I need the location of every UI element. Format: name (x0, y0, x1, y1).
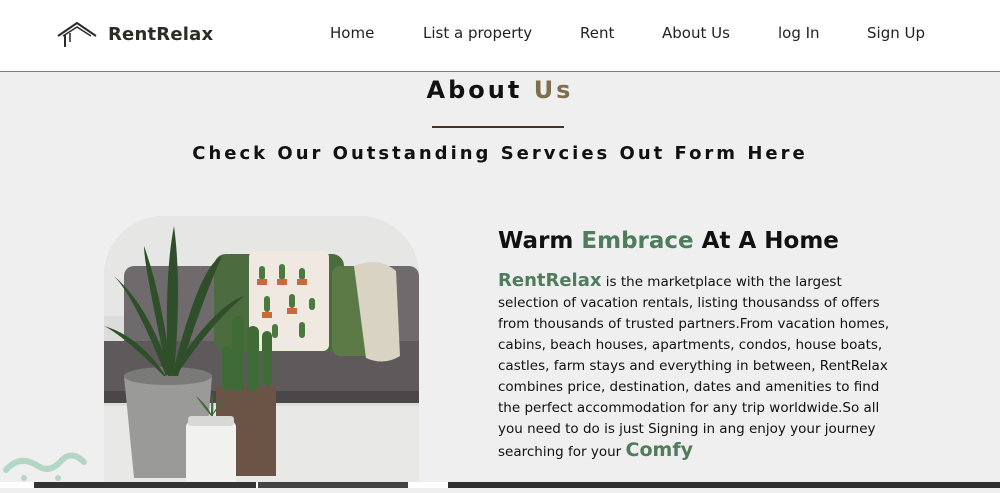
nav-home-link[interactable]: Home (330, 24, 374, 42)
feature-description: RentRelax is the marketplace with the la… (498, 270, 898, 463)
nav-log-in-link[interactable]: log In (778, 24, 820, 42)
feature-heading-word-3: At A Home (701, 228, 839, 254)
bottom-strip-segment (34, 482, 256, 488)
bottom-strip-segment (258, 482, 408, 488)
feature-body-text: is the marketplace with the largest sele… (498, 274, 890, 460)
feature-brand-word: RentRelax (498, 270, 602, 291)
bottom-strip-segment (448, 482, 1000, 488)
nav-about-us-link[interactable]: About Us (662, 24, 730, 42)
nav-list-property-link[interactable]: List a property (423, 24, 532, 42)
nav-sign-up-link[interactable]: Sign Up (867, 24, 925, 42)
main-nav: Home List a property Rent About Us log I… (0, 24, 1000, 48)
feature-heading-word-1: Warm (498, 228, 574, 254)
feature-heading: Warm Embrace At A Home (498, 228, 839, 254)
about-title-word: About (426, 76, 523, 104)
feature-closing-word: Comfy (625, 439, 693, 461)
feature-heading-accent: Embrace (581, 228, 694, 254)
navbar: RentRelax Home List a property Rent Abou… (0, 0, 1000, 72)
about-title-accent: Us (533, 76, 574, 104)
living-room-plants-image (104, 216, 419, 488)
about-us-title: About Us (0, 76, 1000, 104)
title-underline (432, 126, 564, 128)
nav-rent-link[interactable]: Rent (580, 24, 614, 42)
about-subtitle: Check Our Outstanding Servcies Out Form … (192, 143, 808, 164)
